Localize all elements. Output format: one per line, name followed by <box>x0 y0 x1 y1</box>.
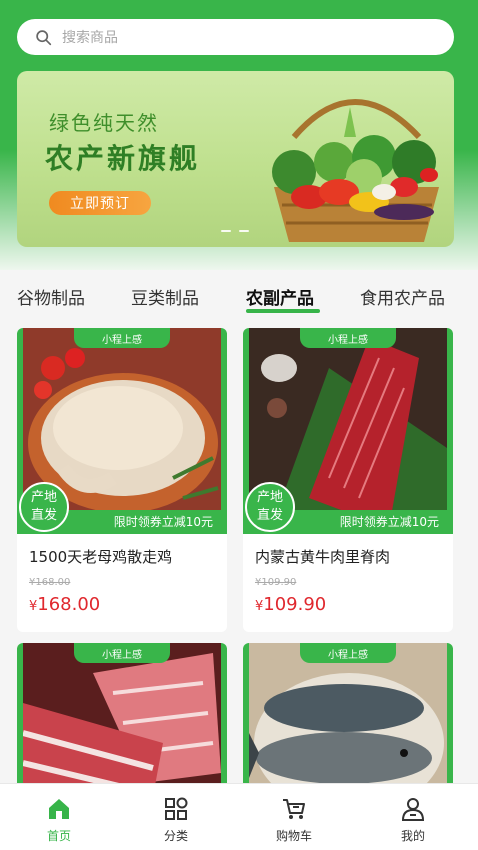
origin-badge-line1: 产地 <box>30 490 57 505</box>
search-icon <box>36 29 52 45</box>
origin-badge-line2: 直发 <box>256 508 283 523</box>
tabbar-home-label: 首页 <box>46 829 71 843</box>
price-value: 168.00 <box>37 594 101 615</box>
product-name: 内蒙古黄牛肉里脊肉 <box>255 548 391 566</box>
product-image-frame: 小程上感 限时领券立减10元 产地 直发 <box>17 328 227 534</box>
price-value: 109.90 <box>263 594 327 615</box>
product-card[interactable]: 小程上感 <box>17 643 227 793</box>
pork-cuts-image <box>23 643 221 793</box>
product-ribbon: 小程上感 <box>74 328 170 348</box>
product-image-frame: 小程上感 限时领券立减10元 产地 直发 <box>243 328 453 534</box>
home-icon <box>49 799 69 819</box>
origin-badge: 产地 直发 <box>19 482 69 532</box>
product-card[interactable]: 小程上感 限时领券立减10元 产地 直发 内蒙古黄牛肉里脊肉 ¥109.90 ¥… <box>243 328 453 632</box>
tab-bean[interactable]: 豆类制品 <box>131 284 199 309</box>
search-placeholder: 搜索商品 <box>62 30 118 46</box>
banner-indicator <box>221 230 249 232</box>
tab-farm-sideline[interactable]: 农副产品 <box>246 284 314 309</box>
user-icon <box>401 798 425 821</box>
origin-badge-line1: 产地 <box>256 490 283 505</box>
tabbar-mine[interactable]: 我的 <box>365 784 461 850</box>
search-bar[interactable]: 搜索商品 <box>17 19 454 55</box>
tabbar-mine-label: 我的 <box>400 829 425 843</box>
banner-subtitle: 绿色纯天然 <box>49 111 159 135</box>
bottom-tab-bar: 首页 分类 购物车 我的 <box>0 783 478 850</box>
product-image-frame: 小程上感 <box>243 643 453 793</box>
tabbar-cart[interactable]: 购物车 <box>246 784 342 850</box>
banner-title: 农产新旗舰 <box>45 142 201 175</box>
promo-banner[interactable]: 绿色纯天然 农产新旗舰 立即预订 <box>17 71 454 247</box>
product-image-frame: 小程上感 <box>17 643 227 793</box>
product-original-price: ¥168.00 <box>29 577 71 588</box>
product-ribbon: 小程上感 <box>300 328 396 348</box>
tabbar-category-label: 分类 <box>163 829 188 843</box>
cart-icon <box>283 799 305 819</box>
coupon-text: 限时领券立减10元 <box>339 515 439 529</box>
product-original-price: ¥109.90 <box>255 577 297 588</box>
tabbar-home[interactable]: 首页 <box>11 784 107 850</box>
tab-edible-farm[interactable]: 食用农产品 <box>360 284 445 309</box>
fish-image <box>249 643 447 793</box>
category-tabs: 谷物制品 豆类制品 农副产品 食用农产品 <box>0 276 478 316</box>
product-name: 1500天老母鸡散走鸡 <box>29 548 173 566</box>
banner-order-button[interactable]: 立即预订 <box>49 191 151 215</box>
tab-cereal[interactable]: 谷物制品 <box>17 284 85 309</box>
coupon-text: 限时领券立减10元 <box>113 515 213 529</box>
product-ribbon: 小程上感 <box>300 643 396 663</box>
tabbar-category[interactable]: 分类 <box>128 784 224 850</box>
origin-badge: 产地 直发 <box>245 482 295 532</box>
product-price: ¥109.90 <box>255 594 453 615</box>
origin-badge-line2: 直发 <box>30 508 57 523</box>
product-card[interactable]: 小程上感 <box>243 643 453 793</box>
product-ribbon: 小程上感 <box>74 643 170 663</box>
active-tab-indicator <box>246 309 320 313</box>
tabbar-cart-label: 购物车 <box>275 829 312 843</box>
product-card[interactable]: 小程上感 限时领券立减10元 产地 直发 1500天老母鸡散走鸡 ¥168.00… <box>17 328 227 632</box>
vegetable-basket-image <box>272 99 439 242</box>
product-price: ¥168.00 <box>29 594 227 615</box>
category-icon <box>165 797 188 820</box>
